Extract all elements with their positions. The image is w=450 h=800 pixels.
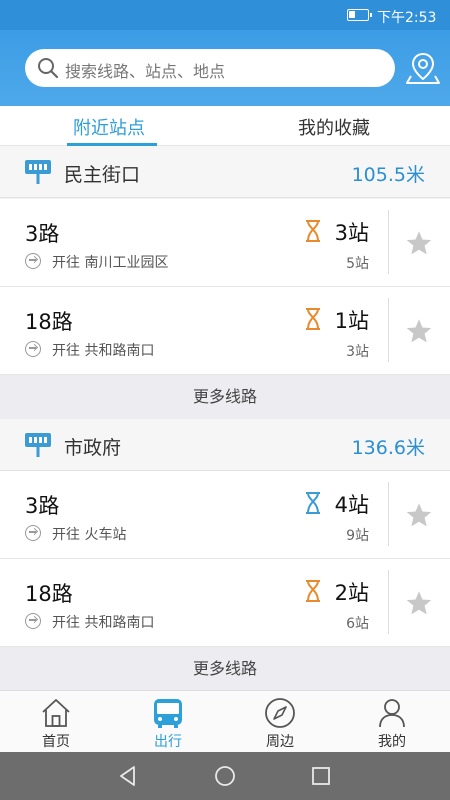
hourglass-icon	[306, 220, 320, 242]
direction-arrow-icon	[25, 525, 41, 541]
bus-icon	[154, 699, 182, 728]
home-icon	[42, 699, 70, 727]
more-routes-button[interactable]: 更多线路	[0, 647, 450, 690]
bus-stop-icon	[25, 433, 51, 457]
divider	[388, 482, 389, 546]
route-row[interactable]: 3路 开往 南川工业园区 3站 5站	[0, 199, 450, 287]
favorite-star-button[interactable]	[405, 501, 433, 529]
nav-label: 首页	[42, 734, 70, 750]
compass-icon	[265, 698, 295, 728]
total-stops: 3站	[346, 344, 369, 360]
stop-header[interactable]: 民主街口 105.5米	[0, 146, 450, 198]
favorite-star-button[interactable]	[405, 589, 433, 617]
home-circle-icon[interactable]	[213, 764, 237, 788]
system-nav-bar	[0, 752, 450, 800]
search-placeholder: 搜索线路、站点、地点	[65, 62, 226, 81]
route-row[interactable]: 18路 开往 共和路南口 2站 6站	[0, 559, 450, 647]
eta-stops: 2站	[334, 581, 369, 605]
map-location-button[interactable]	[405, 50, 441, 86]
nav-label: 我的	[378, 734, 406, 750]
stop-name: 市政府	[64, 437, 122, 459]
eta-stops: 3站	[334, 221, 369, 245]
app-header: 搜索线路、站点、地点	[0, 30, 450, 106]
bus-stop-icon	[25, 160, 51, 184]
search-input[interactable]: 搜索线路、站点、地点	[25, 49, 395, 87]
route-direction: 开往 火车站	[52, 527, 127, 543]
favorite-star-button[interactable]	[405, 317, 433, 345]
eta-stops: 4站	[334, 493, 369, 517]
battery-icon	[347, 9, 372, 21]
back-icon[interactable]	[116, 764, 140, 788]
route-name: 18路	[25, 582, 73, 606]
stop-distance: 136.6米	[351, 437, 425, 459]
divider	[388, 210, 389, 274]
divider	[388, 570, 389, 634]
more-routes-button[interactable]: 更多线路	[0, 375, 450, 419]
tab-bar: 附近站点 我的收藏	[0, 106, 450, 146]
nav-mine[interactable]: 我的	[336, 691, 448, 753]
nav-label: 周边	[266, 734, 294, 750]
tab-nearby-stops[interactable]: 附近站点	[73, 114, 145, 140]
direction-arrow-icon	[25, 613, 41, 629]
total-stops: 9站	[346, 528, 369, 544]
route-name: 18路	[25, 310, 73, 334]
search-icon	[38, 58, 59, 79]
status-bar: 下午2:53	[0, 0, 450, 30]
eta-stops: 1站	[334, 309, 369, 333]
status-time: 下午2:53	[377, 10, 437, 26]
nav-home[interactable]: 首页	[0, 691, 112, 753]
nav-travel[interactable]: 出行	[112, 691, 224, 753]
hourglass-icon	[306, 492, 320, 514]
stop-distance: 105.5米	[351, 164, 425, 186]
divider	[388, 298, 389, 362]
tab-my-favorites[interactable]: 我的收藏	[298, 114, 370, 140]
route-row[interactable]: 18路 开往 共和路南口 1站 3站	[0, 287, 450, 375]
nav-nearby[interactable]: 周边	[224, 691, 336, 753]
hourglass-icon	[306, 308, 320, 330]
stop-name: 民主街口	[64, 164, 141, 186]
total-stops: 5站	[346, 256, 369, 272]
route-direction: 开往 共和路南口	[52, 343, 155, 359]
route-name: 3路	[25, 222, 60, 246]
direction-arrow-icon	[25, 341, 41, 357]
stop-header[interactable]: 市政府 136.6米	[0, 419, 450, 471]
bottom-nav: 首页 出行 周边 我的	[0, 690, 450, 752]
route-direction: 开往 南川工业园区	[52, 255, 169, 271]
favorite-star-button[interactable]	[405, 229, 433, 257]
route-direction: 开往 共和路南口	[52, 615, 155, 631]
hourglass-icon	[306, 580, 320, 602]
route-row[interactable]: 3路 开往 火车站 4站 9站	[0, 471, 450, 559]
user-icon	[379, 699, 405, 728]
route-name: 3路	[25, 494, 60, 518]
direction-arrow-icon	[25, 253, 41, 269]
nav-label: 出行	[154, 734, 182, 750]
total-stops: 6站	[346, 616, 369, 632]
recents-icon[interactable]	[309, 764, 333, 788]
